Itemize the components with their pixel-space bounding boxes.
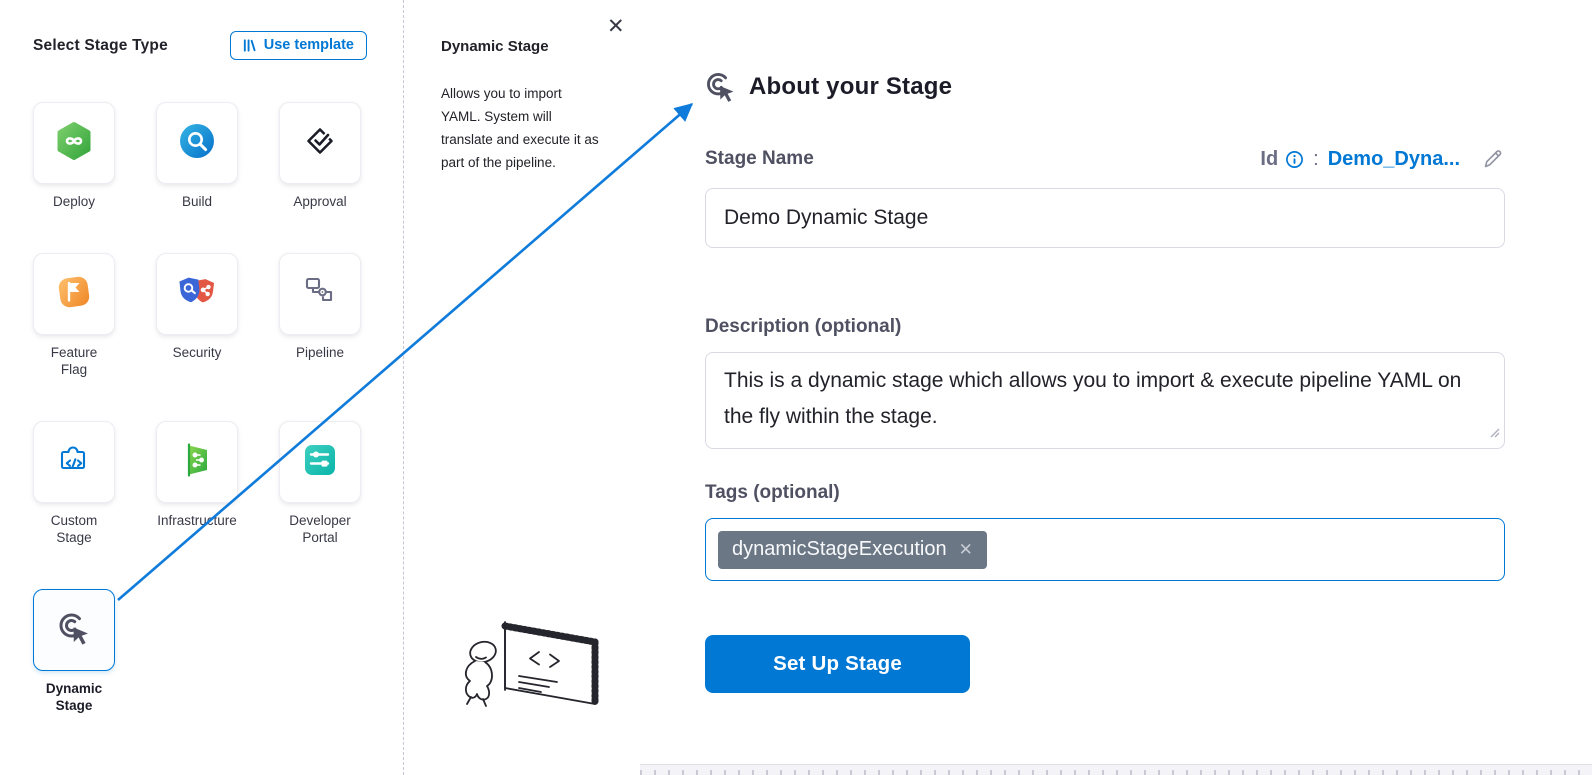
- deploy-tile-button[interactable]: [33, 102, 115, 184]
- use-template-label: Use template: [264, 37, 354, 53]
- approval-icon: [299, 120, 341, 167]
- close-icon[interactable]: ✕: [603, 12, 629, 41]
- pipeline-canvas-edge: [640, 764, 1592, 775]
- id-separator: :: [1313, 148, 1319, 171]
- dynamic-stage-icon: [702, 68, 739, 105]
- stage-tile-infrastructure: Infrastructure: [156, 421, 238, 546]
- stage-tile-feature-flag: Feature Flag: [33, 253, 115, 378]
- stage-tile-pipeline: Pipeline: [279, 253, 361, 378]
- template-library-icon: [242, 38, 257, 53]
- pencil-icon: [1481, 148, 1503, 170]
- tile-label: Approval: [260, 193, 380, 210]
- use-template-button[interactable]: Use template: [230, 31, 367, 60]
- stage-tile-custom: Custom Stage: [33, 421, 115, 546]
- tile-label: Infrastructure: [137, 512, 257, 529]
- stage-tile-security: Security: [156, 253, 238, 378]
- tile-label: Feature Flag: [14, 344, 134, 378]
- security-icon: [174, 271, 220, 318]
- edit-id-button[interactable]: [1479, 146, 1505, 172]
- info-icon[interactable]: [1285, 150, 1304, 169]
- stage-type-header: Select Stage Type Use template: [0, 0, 403, 60]
- pipeline-icon: [299, 271, 341, 318]
- tile-label: Developer Portal: [260, 512, 380, 546]
- tile-label: Security: [137, 344, 257, 361]
- about-stage-panel: About your Stage Stage Name Id : Demo_Dy…: [640, 0, 1592, 775]
- feature-flag-icon: [53, 271, 95, 318]
- developer-portal-tile-button[interactable]: [279, 421, 361, 503]
- stage-type-grid: Deploy Build: [0, 60, 403, 714]
- build-icon: [176, 120, 218, 167]
- custom-stage-tile-button[interactable]: [33, 421, 115, 503]
- security-tile-button[interactable]: [156, 253, 238, 335]
- about-stage-title: About your Stage: [749, 73, 952, 101]
- developer-portal-icon: [299, 439, 341, 486]
- tags-input[interactable]: dynamicStageExecution ✕: [705, 518, 1505, 581]
- person-at-whiteboard-illustration: [453, 612, 628, 739]
- tile-label: Deploy: [14, 193, 134, 210]
- stage-tile-developer-portal: Developer Portal: [279, 421, 361, 546]
- tile-label: Custom Stage: [14, 512, 134, 546]
- stage-name-row: Stage Name Id : Demo_Dyna...: [705, 146, 1505, 172]
- tag-chip-label: dynamicStageExecution: [732, 538, 947, 561]
- tag-chip: dynamicStageExecution ✕: [718, 531, 987, 569]
- tags-label: Tags (optional): [705, 482, 840, 504]
- tile-label: Pipeline: [260, 344, 380, 361]
- infrastructure-tile-button[interactable]: [156, 421, 238, 503]
- approval-tile-button[interactable]: [279, 102, 361, 184]
- stage-name-label: Stage Name: [705, 148, 814, 170]
- id-label: Id: [1260, 148, 1278, 171]
- page-title: Select Stage Type: [33, 37, 168, 55]
- stage-tile-dynamic: Dynamic Stage: [33, 589, 115, 714]
- description-label: Description (optional): [705, 316, 901, 338]
- set-up-stage-button[interactable]: Set Up Stage: [705, 635, 970, 693]
- stage-tile-approval: Approval: [279, 102, 361, 210]
- stage-tile-build: Build: [156, 102, 238, 210]
- stage-tile-deploy: Deploy: [33, 102, 115, 210]
- description-field-wrap: This is a dynamic stage which allows you…: [705, 352, 1505, 449]
- tile-label: Build: [137, 193, 257, 210]
- tag-remove-icon[interactable]: ✕: [959, 541, 973, 558]
- custom-stage-icon: [53, 439, 95, 486]
- deploy-icon: [53, 120, 95, 167]
- description-textarea[interactable]: This is a dynamic stage which allows you…: [705, 352, 1505, 449]
- stage-type-panel: Select Stage Type Use template: [0, 0, 404, 775]
- build-tile-button[interactable]: [156, 102, 238, 184]
- stage-id-row: Id : Demo_Dyna...: [1260, 146, 1505, 172]
- tile-label: Dynamic Stage: [14, 680, 134, 714]
- stage-helper-panel: ✕ Dynamic Stage Allows you to import YAM…: [405, 0, 640, 775]
- stage-name-input[interactable]: [705, 188, 1505, 248]
- dynamic-stage-icon: [54, 608, 94, 653]
- helper-panel-description: Allows you to import YAML. System will t…: [441, 82, 601, 174]
- feature-flag-tile-button[interactable]: [33, 253, 115, 335]
- about-stage-header: About your Stage: [702, 68, 952, 105]
- dynamic-stage-tile-button[interactable]: [33, 589, 115, 671]
- stage-id-value[interactable]: Demo_Dyna...: [1328, 148, 1460, 171]
- pipeline-tile-button[interactable]: [279, 253, 361, 335]
- infrastructure-icon: [176, 439, 218, 486]
